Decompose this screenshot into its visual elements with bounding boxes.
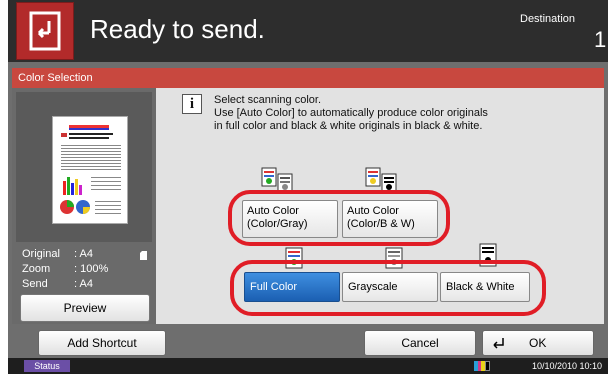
destination-label: Destination (520, 13, 576, 25)
home-return-icon (29, 11, 61, 51)
info-value: : A4 (74, 278, 93, 290)
ok-button[interactable]: OK (482, 330, 594, 356)
auto-color-bw-button[interactable]: Auto Color (Color/B & W) (342, 200, 438, 238)
info-icon: i (182, 94, 202, 114)
screen: Ready to send. Destination 1 Color Selec… (0, 0, 608, 374)
toner-level-icon (474, 361, 490, 371)
page-title: Ready to send. (90, 14, 265, 44)
ok-label: OK (529, 336, 547, 350)
option-label: (Color/Gray) (247, 218, 308, 230)
instruction-line: Use [Auto Color] to automatically produc… (214, 107, 488, 119)
instruction-line: Select scanning color. (214, 94, 322, 106)
info-row-zoom: Zoom : 100% (12, 263, 156, 278)
document-preview-graphic (60, 125, 121, 214)
option-label: Auto Color (247, 205, 299, 217)
option-label: (Color/B & W) (347, 218, 415, 230)
top-bar: Ready to send. Destination 1 (8, 0, 608, 62)
info-key: Original (22, 248, 60, 260)
preview-thumbnail (52, 116, 128, 224)
auto-color-gray-button[interactable]: Auto Color (Color/Gray) (242, 200, 338, 238)
cancel-button[interactable]: Cancel (364, 330, 476, 356)
black-white-button[interactable]: Black & White (440, 272, 530, 302)
preview-column: Original : A4 Zoom : 100% Send : A4 Prev… (12, 88, 156, 324)
instruction-line: in full color and black & white original… (214, 120, 483, 132)
preview-area (16, 92, 152, 242)
datetime: 10/10/2010 10:10 (532, 361, 603, 371)
info-row-original: Original : A4 (12, 248, 156, 263)
color-options-area: i Select scanning color. Use [Auto Color… (156, 88, 604, 324)
option-label: Auto Color (347, 205, 399, 217)
paper-orientation-icon (140, 251, 147, 260)
grayscale-button[interactable]: Grayscale (342, 272, 438, 302)
panel-title: Color Selection (12, 68, 604, 88)
destination-count[interactable]: 1 (594, 27, 606, 53)
info-key: Send (22, 278, 48, 290)
add-shortcut-button[interactable]: Add Shortcut (38, 330, 166, 356)
preview-button[interactable]: Preview (20, 294, 150, 322)
status-button[interactable]: Status (24, 360, 70, 372)
instructions: Select scanning color. Use [Auto Color] … (214, 94, 488, 133)
home-button[interactable] (16, 2, 74, 60)
main-panel: Color Selection Original: A4 Zoom: 100… (8, 62, 608, 358)
status-bar: Status 10/10/2010 10:10 (8, 358, 608, 374)
info-value: : A4 (74, 248, 93, 260)
info-row-send: Send : A4 (12, 278, 156, 293)
info-value: : 100% (74, 263, 109, 275)
content-area: Original : A4 Zoom : 100% Send : A4 Prev… (12, 88, 604, 324)
info-key: Zoom (22, 263, 51, 275)
enter-arrow-icon (493, 338, 504, 349)
full-color-button[interactable]: Full Color (244, 272, 340, 302)
original-info: Original : A4 Zoom : 100% Send : A4 (12, 248, 156, 293)
